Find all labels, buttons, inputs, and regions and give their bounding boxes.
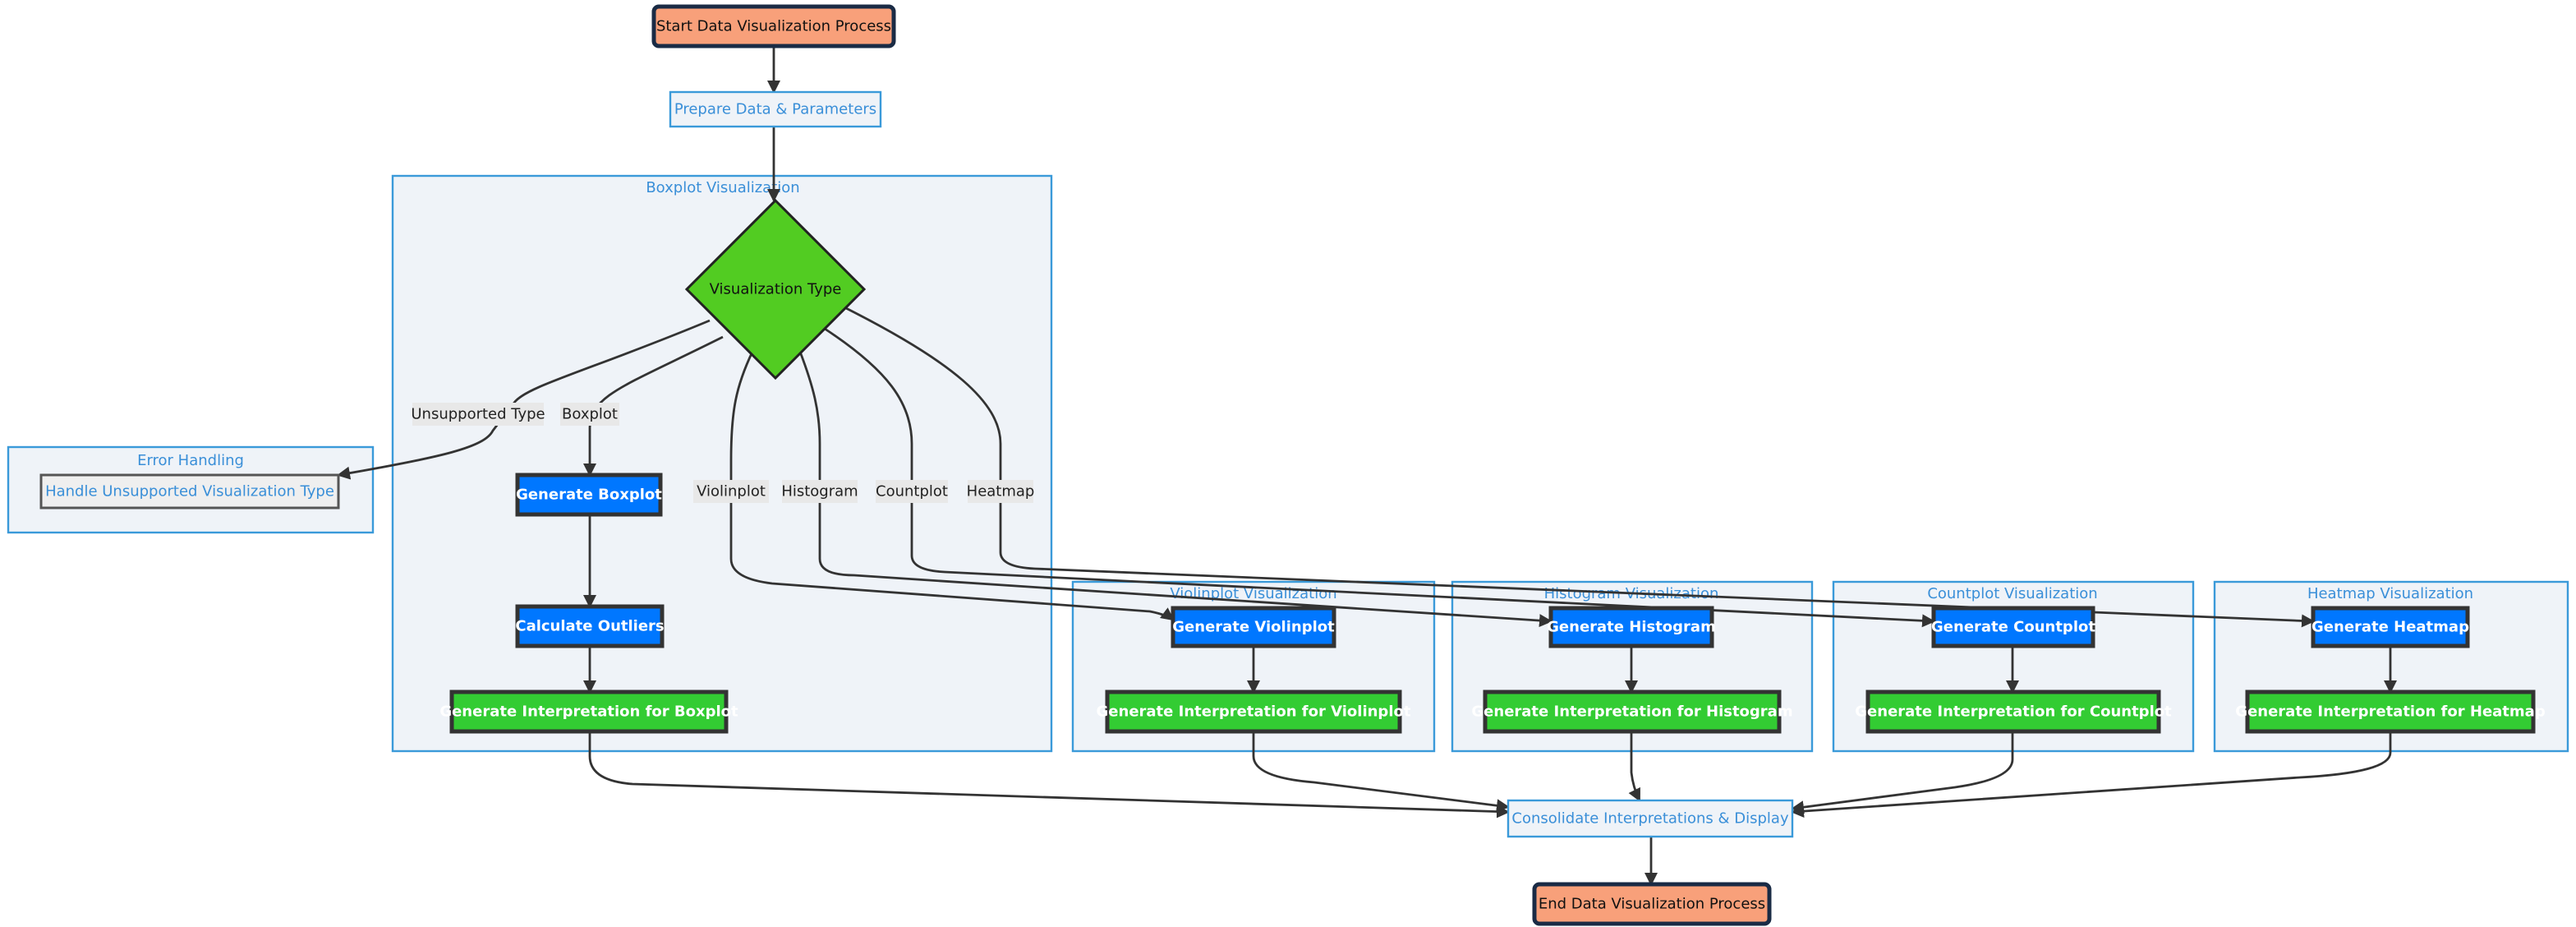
svg-text:Calculate Outliers: Calculate Outliers — [515, 618, 664, 635]
node-consolidate[interactable]: Consolidate Interpretations & Display — [1506, 799, 1794, 838]
node-calculate-outliers[interactable]: Calculate Outliers — [515, 604, 665, 648]
node-generate-countplot[interactable]: Generate Countplot — [1931, 606, 2095, 648]
svg-text:Generate Heatmap: Generate Heatmap — [2312, 619, 2469, 636]
svg-text:End Data Visualization Process: End Data Visualization Process — [1539, 896, 1765, 913]
svg-text:Generate Interpretation for Bo: Generate Interpretation for Boxplot — [439, 703, 738, 721]
svg-text:Generate Violinplot: Generate Violinplot — [1172, 619, 1335, 636]
svg-text:Unsupported Type: Unsupported Type — [411, 406, 545, 423]
svg-text:Visualization Type: Visualization Type — [710, 281, 842, 298]
edge-label-heatmap: Heatmap — [967, 480, 1035, 503]
node-unsupported[interactable]: Handle Unsupported Visualization Type — [39, 473, 340, 510]
svg-text:Generate Interpretation for Vi: Generate Interpretation for Violinplot — [1097, 703, 1411, 721]
subgraph-title: Countplot Visualization — [1927, 585, 2097, 602]
edge-label-countplot: Countplot — [876, 480, 948, 503]
node-interp-boxplot[interactable]: Generate Interpretation for Boxplot — [439, 689, 738, 734]
node-interp-countplot[interactable]: Generate Interpretation for Countplot — [1855, 689, 2172, 734]
node-generate-violinplot[interactable]: Generate Violinplot — [1171, 606, 1336, 648]
svg-text:Histogram: Histogram — [781, 483, 858, 500]
svg-text:Prepare Data & Parameters: Prepare Data & Parameters — [674, 101, 876, 118]
node-interp-violinplot[interactable]: Generate Interpretation for Violinplot — [1097, 689, 1411, 734]
svg-text:Violinplot: Violinplot — [697, 483, 766, 500]
svg-text:Generate Boxplot: Generate Boxplot — [516, 487, 662, 504]
node-interp-histogram[interactable]: Generate Interpretation for Histogram — [1471, 689, 1793, 734]
svg-text:Handle Unsupported Visualizati: Handle Unsupported Visualization Type — [45, 483, 334, 500]
svg-text:Generate Histogram: Generate Histogram — [1547, 619, 1716, 636]
svg-text:Heatmap: Heatmap — [967, 483, 1035, 500]
svg-text:Start Data Visualization Proce: Start Data Visualization Process — [656, 18, 891, 35]
edge-label-violinplot: Violinplot — [693, 480, 769, 503]
node-start[interactable]: Start Data Visualization Process — [651, 4, 896, 48]
subgraph-title: Heatmap Visualization — [2307, 585, 2473, 602]
node-interp-heatmap[interactable]: Generate Interpretation for Heatmap — [2235, 689, 2546, 734]
svg-text:Generate Interpretation for Co: Generate Interpretation for Countplot — [1855, 703, 2172, 721]
node-prepare[interactable]: Prepare Data & Parameters — [669, 90, 882, 128]
node-generate-boxplot[interactable]: Generate Boxplot — [515, 473, 663, 517]
svg-text:Boxplot: Boxplot — [562, 406, 618, 423]
node-end[interactable]: End Data Visualization Process — [1532, 882, 1772, 926]
edge-decision-heatmap — [840, 304, 2315, 628]
node-generate-heatmap[interactable]: Generate Heatmap — [2311, 606, 2470, 648]
edge-label-histogram: Histogram — [781, 480, 858, 503]
svg-text:Consolidate Interpretations &: Consolidate Interpretations & Display — [1511, 810, 1789, 828]
svg-text:Countplot: Countplot — [876, 483, 948, 500]
svg-text:Generate Interpretation for He: Generate Interpretation for Heatmap — [2235, 703, 2546, 721]
edge-label-boxplot: Boxplot — [560, 403, 619, 426]
flowchart: Boxplot Visualization Error Handling Vio… — [7, 4, 2569, 926]
svg-text:Generate Interpretation for Hi: Generate Interpretation for Histogram — [1471, 703, 1792, 721]
edge-label-unsupported: Unsupported Type — [411, 403, 545, 426]
node-generate-histogram[interactable]: Generate Histogram — [1547, 606, 1716, 648]
subgraph-title: Boxplot Visualization — [646, 179, 799, 196]
subgraph-title: Error Handling — [137, 452, 244, 469]
svg-text:Generate Countplot: Generate Countplot — [1931, 619, 2095, 636]
